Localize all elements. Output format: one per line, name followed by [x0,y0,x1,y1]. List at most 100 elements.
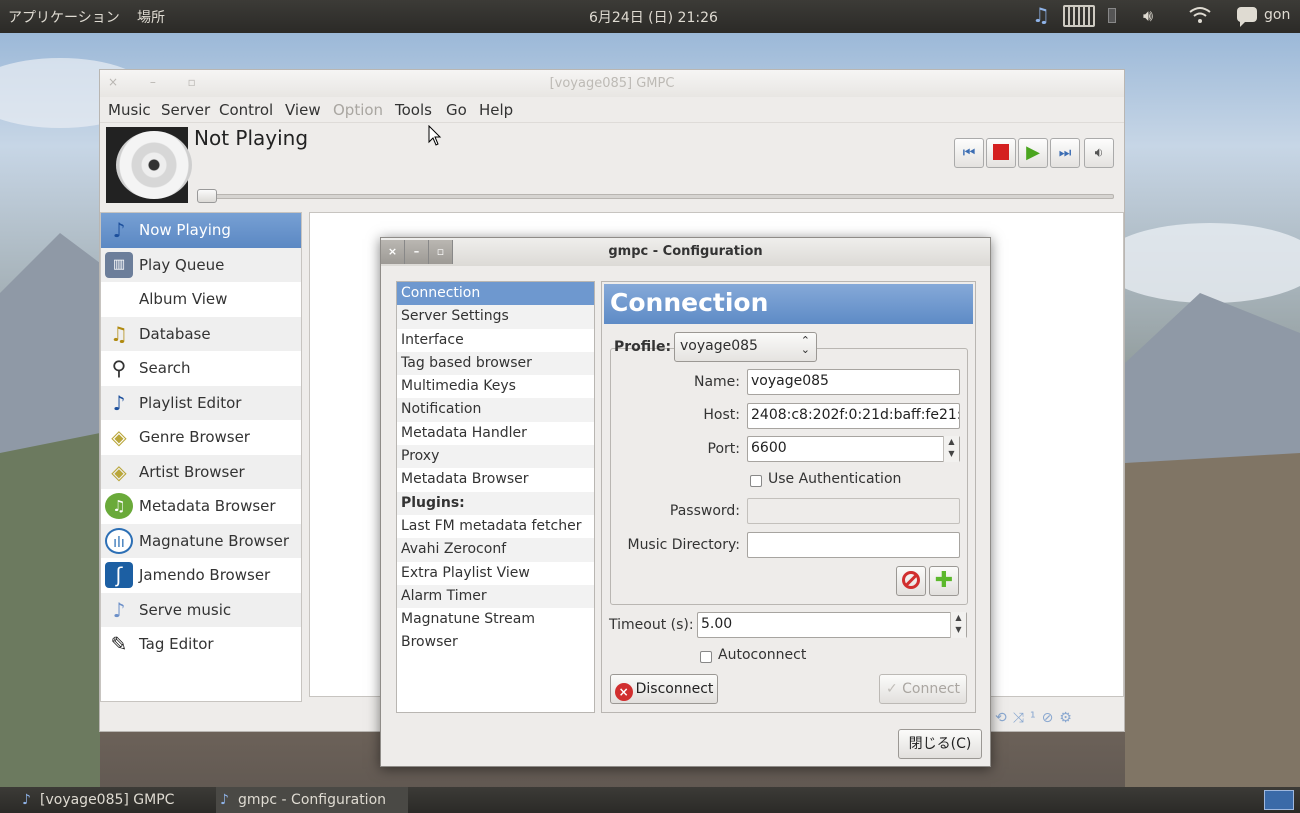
connect-button: ✓ Connect [879,674,967,704]
menu-view[interactable]: View [285,101,321,119]
clock[interactable]: 6月24日 (日) 21:26 [589,7,718,27]
category-extra-playlist-view[interactable]: Extra Playlist View [397,562,594,585]
configuration-dialog: × – ▫ gmpc - Configuration Connection Serv… [380,237,991,767]
category-alarm-timer[interactable]: Alarm Timer [397,584,594,609]
cd-icon [116,131,192,199]
port-field[interactable]: 6600 [747,436,960,462]
add-profile-button[interactable]: ✚ [929,566,959,596]
task-gmpc-main[interactable]: ♪ [voyage085] GMPC [18,787,208,813]
user-menu[interactable]: gon [1264,7,1290,23]
sidebar-item-search[interactable]: ⚲ Search [101,351,301,386]
menu-music[interactable]: Music [108,101,151,119]
category-metadata-browser[interactable]: Metadata Browser [397,468,594,491]
close-button[interactable]: 閉じる(C) [898,729,982,759]
main-titlebar: × – ▫ [voyage085] GMPC [100,70,1124,97]
wifi-icon[interactable] [1188,6,1212,28]
disconnect-icon: × [614,683,633,701]
sidebar-item-album-view[interactable]: Album View [101,282,301,317]
places-menu[interactable]: 場所 [137,7,165,27]
seek-handle[interactable] [197,189,217,203]
menu-tools[interactable]: Tools [395,101,432,119]
battery-icon[interactable] [1108,8,1116,23]
dialog-close-icon[interactable]: × [381,240,405,264]
tag-icon: ◈ [111,425,127,449]
sidebar-item-metadata-browser[interactable]: ♫ Metadata Browser [101,489,301,524]
category-avahi-zeroconf[interactable]: Avahi Zeroconf [397,538,594,562]
seek-bar[interactable] [199,194,1114,199]
category-notification[interactable]: Notification [397,398,594,422]
category-last-fm-metadata-fetcher[interactable]: Last FM metadata fetcher [397,515,594,538]
sidebar-item-magnatune-browser[interactable]: ılı Magnatune Browser [101,523,301,558]
queue-icon: ▥ [105,251,133,278]
single-icon[interactable]: ¹ [1030,710,1042,726]
shuffle-icon[interactable]: ⤨ [1013,710,1030,726]
sidebar-item-artist-browser[interactable]: ◈ Artist Browser [101,454,301,489]
dialog-minimize-icon[interactable]: – [405,240,429,264]
applications-menu[interactable]: アプリケーション [8,7,120,27]
pen-icon: ✎ [110,632,128,656]
checkmark-icon: ✓ [885,681,903,697]
autoconnect-checkbox[interactable] [700,651,712,663]
keyboard-icon[interactable] [1063,5,1095,27]
timeout-field[interactable]: 5.00 [697,612,967,638]
dialog-maximize-icon[interactable]: ▫ [429,240,453,264]
mouse-pointer-icon [428,125,442,146]
category-tag-based-browser[interactable]: Tag based browser [397,351,594,376]
repeat-icon[interactable]: ⟲ [995,710,1013,726]
name-label: Name: [693,374,740,390]
play-button[interactable]: ▶ [1018,138,1048,168]
player-area: Not Playing ⏮ ▶ ⏭ 🔉︎ [100,123,1124,211]
category-proxy[interactable]: Proxy [397,445,594,469]
sidebar-item-playlist-editor[interactable]: ♪ Playlist Editor [101,385,301,420]
music-indicator-icon[interactable]: ♫ [1032,3,1050,27]
remove-profile-button[interactable] [896,566,926,596]
sidebar-item-play-queue[interactable]: ▥ Play Queue [101,247,301,282]
window-controls[interactable]: × – ▫ [108,75,210,89]
category-multimedia-keys[interactable]: Multimedia Keys [397,375,594,398]
previous-button[interactable]: ⏮ [954,138,984,168]
messaging-icon[interactable] [1237,7,1257,27]
settings-icon[interactable]: ⚙ [1059,710,1078,726]
panel-heading: Connection [604,284,973,324]
menu-help[interactable]: Help [479,101,513,119]
host-field[interactable]: 2408:c8:202f:0:21d:baff:fe21:1 [747,403,960,429]
music-dir-field[interactable] [747,532,960,558]
menu-go[interactable]: Go [446,101,467,119]
profile-value: voyage085 [680,338,758,354]
port-spin-buttons[interactable]: ▲ ▼ [943,436,959,462]
menu-server[interactable]: Server [161,101,210,119]
password-field [747,498,960,524]
playlist-icon: ♪ [112,390,126,415]
use-auth-checkbox[interactable] [750,475,762,487]
category-connection[interactable]: Connection [397,282,594,306]
host-label: Host: [703,407,740,423]
timeout-spin-buttons[interactable]: ▲ ▼ [950,612,966,638]
profile-combo[interactable]: voyage085 ⌃ ⌄ [674,332,817,362]
sidebar-item-database[interactable]: ♫ Database [101,316,301,351]
next-button[interactable]: ⏭ [1050,138,1080,168]
sidebar-item-now-playing[interactable]: ♪ Now Playing [101,213,301,248]
category-interface[interactable]: Interface [397,329,594,352]
sidebar-item-genre-browser[interactable]: ◈ Genre Browser [101,420,301,455]
stop-button[interactable] [986,138,1016,168]
category-metadata-handler[interactable]: Metadata Handler [397,422,594,445]
name-field[interactable]: voyage085 [747,369,960,395]
workspace-switcher[interactable] [1264,790,1294,810]
use-auth-label: Use Authentication [768,471,902,487]
violin-icon: ♫ [105,493,133,519]
disconnect-button[interactable]: × Disconnect [610,674,718,704]
category-server-settings[interactable]: Server Settings [397,305,594,329]
album-cover[interactable] [106,127,192,203]
task-gmpc-configuration[interactable]: ♪ gmpc - Configuration [216,787,408,813]
volume-icon[interactable]: 🔊︎ [1143,6,1153,26]
category-magnatune-stream-browser[interactable]: Magnatune Stream Browser [397,608,594,650]
volume-button[interactable]: 🔉︎ [1084,138,1114,168]
sidebar-item-jamendo-browser[interactable]: ʃ Jamendo Browser [101,558,301,593]
bottom-taskbar: ♪ [voyage085] GMPC ♪ gmpc - Configuration [0,787,1300,813]
jamendo-icon: ʃ [105,562,133,588]
sidebar-item-serve-music[interactable]: ♪ Serve music [101,592,301,627]
menu-control[interactable]: Control [219,101,273,119]
remove-icon [902,571,920,589]
sidebar-item-tag-editor[interactable]: ✎ Tag Editor [101,627,301,662]
consume-icon[interactable]: ⊘ [1042,710,1060,726]
